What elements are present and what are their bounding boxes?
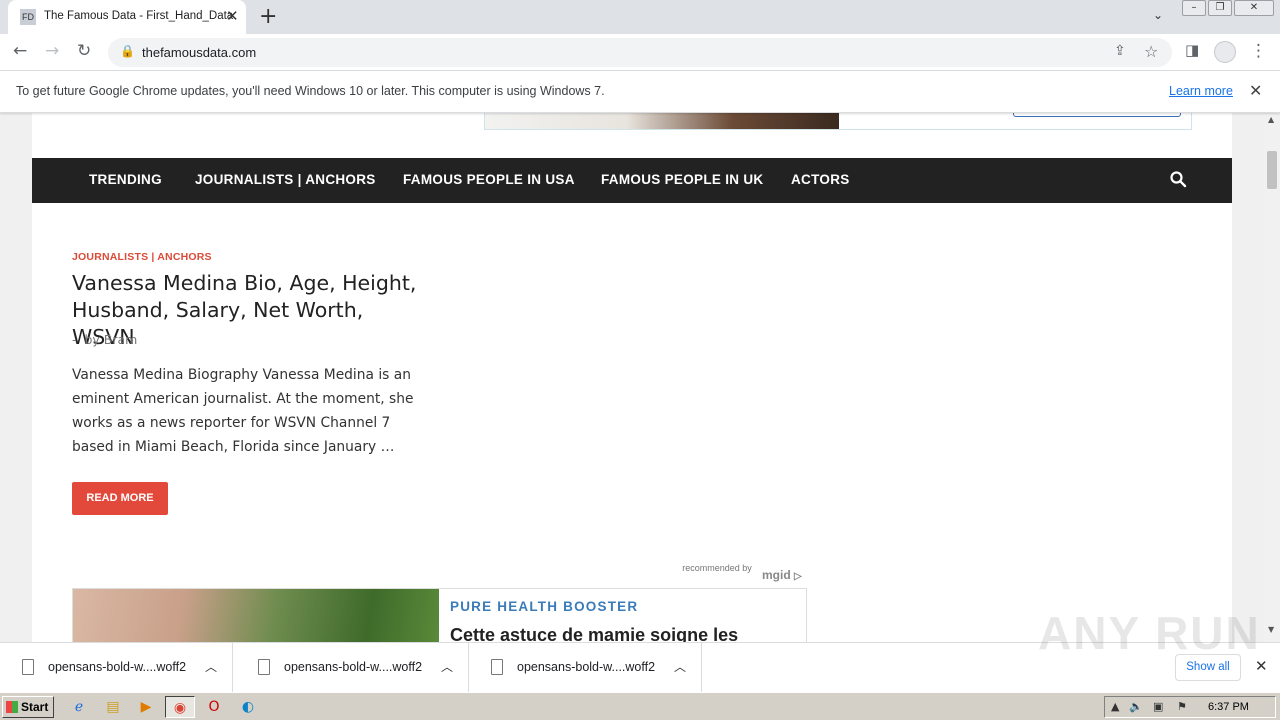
minimize-window-icon[interactable]: – — [1182, 0, 1206, 16]
chevron-up-icon[interactable]: ︿ — [674, 658, 686, 675]
update-info-bar: To get future Google Chrome updates, you… — [0, 71, 1280, 113]
close-window-icon[interactable]: ✕ — [1234, 0, 1274, 16]
site-container: TRENDING JOURNALISTS | ANCHORS FAMOUS PE… — [32, 113, 1232, 642]
edge-icon[interactable]: ◐ — [233, 696, 263, 718]
author-link[interactable]: by Bram — [85, 332, 138, 347]
read-more-button[interactable]: READ MORE — [72, 482, 168, 515]
reload-icon[interactable]: ↻ — [77, 41, 91, 61]
windows-logo-icon — [6, 701, 18, 713]
browser-toolbar: ← → ↻ 🔒 thefamousdata.com ⇪ ☆ ◨ ⋮ — [0, 34, 1280, 71]
recommended-by-label: recommended by — [682, 563, 752, 573]
nav-item-trending[interactable]: TRENDING — [89, 172, 162, 187]
nav-item-journalists-anchors[interactable]: JOURNALISTS | ANCHORS — [195, 172, 376, 187]
lock-icon[interactable]: 🔒 — [120, 44, 135, 58]
main-navigation: TRENDING JOURNALISTS | ANCHORS FAMOUS PE… — [32, 158, 1232, 203]
ad-card-brand[interactable]: PURE HEALTH BOOSTER — [450, 599, 638, 614]
download-item[interactable]: opensans-bold-w....woff2 ︿ — [469, 643, 702, 693]
browser-tab-active[interactable]: FD The Famous Data - First_Hand_Data ✕ — [8, 0, 246, 34]
new-tab-icon[interactable]: + — [259, 4, 277, 29]
mgid-logo-text: mgid — [762, 568, 791, 582]
file-icon — [258, 659, 270, 675]
file-icon — [22, 659, 34, 675]
article-excerpt: Vanessa Medina Biography Vanessa Medina … — [72, 367, 414, 455]
tab-search-chevron-icon[interactable]: ⌄ — [1153, 8, 1163, 22]
system-tray: ▲ 🔈 ▣ ⚑ 6:37 PM — [1104, 696, 1276, 718]
learn-more-link[interactable]: Learn more — [1169, 84, 1233, 98]
tab-title: The Famous Data - First_Hand_Data — [44, 10, 234, 22]
action-center-flag-icon[interactable]: ⚑ — [1177, 700, 1187, 713]
scrollbar-thumb[interactable] — [1267, 151, 1277, 189]
ad-card-title[interactable]: Cette astuce de mamie soigne les — [450, 625, 738, 642]
network-icon[interactable]: ▣ — [1153, 700, 1163, 713]
side-panel-icon[interactable]: ◨ — [1185, 41, 1199, 59]
back-icon[interactable]: ← — [13, 41, 27, 61]
close-tab-icon[interactable]: ✕ — [226, 7, 239, 25]
profile-avatar-icon[interactable] — [1214, 41, 1236, 63]
media-player-icon[interactable]: ▶ — [131, 696, 161, 718]
restore-window-icon[interactable]: ❐ — [1208, 0, 1232, 16]
download-item[interactable]: opensans-bold-w....woff2 ︿ — [0, 643, 233, 693]
download-filename[interactable]: opensans-bold-w....woff2 — [284, 660, 422, 674]
info-bar-message: To get future Google Chrome updates, you… — [16, 84, 605, 98]
article-category-link[interactable]: JOURNALISTS | ANCHORS — [72, 251, 212, 263]
article-byline: - by Bram — [72, 332, 137, 347]
ad-choices-icon[interactable]: ▷ — [794, 571, 802, 582]
share-icon[interactable]: ⇪ — [1114, 43, 1126, 59]
byline-separator: - — [72, 332, 77, 347]
banner-ad-button[interactable] — [1013, 113, 1181, 117]
page-scrollbar[interactable]: ▲ ▼ — [1264, 113, 1280, 642]
download-filename[interactable]: opensans-bold-w....woff2 — [48, 660, 186, 674]
mgid-logo[interactable]: mgid ▷ — [762, 568, 802, 582]
nav-item-actors[interactable]: ACTORS — [791, 172, 850, 187]
volume-icon[interactable]: 🔈 — [1129, 700, 1143, 713]
chevron-up-icon[interactable]: ︿ — [441, 658, 453, 675]
ad-card-image[interactable] — [73, 589, 439, 642]
opera-icon[interactable]: O — [199, 696, 229, 718]
chrome-taskbar-icon[interactable]: ◉ — [165, 696, 195, 718]
anyrun-watermark: ANY RUN — [1038, 607, 1261, 659]
file-explorer-icon[interactable]: ▤ — [98, 696, 128, 718]
nav-item-famous-people-uk[interactable]: FAMOUS PEOPLE IN UK — [601, 172, 763, 187]
search-icon[interactable] — [1169, 170, 1187, 188]
windows-taskbar: Start ℯ ▤ ▶ ◉ O ◐ ▲ 🔈 ▣ ⚑ 6:37 PM — [0, 692, 1280, 720]
forward-icon[interactable]: → — [45, 41, 59, 61]
internet-explorer-icon[interactable]: ℯ — [64, 696, 94, 718]
download-filename[interactable]: opensans-bold-w....woff2 — [517, 660, 655, 674]
favicon: FD — [20, 9, 36, 25]
top-banner-ad[interactable] — [484, 113, 1192, 130]
scroll-up-icon[interactable]: ▲ — [1268, 115, 1274, 124]
sponsored-ad-card[interactable]: PURE HEALTH BOOSTER Cette astuce de mami… — [72, 588, 807, 642]
start-button[interactable]: Start — [2, 696, 54, 718]
show-hidden-icons-icon[interactable]: ▲ — [1111, 700, 1119, 713]
page-viewport: TRENDING JOURNALISTS | ANCHORS FAMOUS PE… — [0, 113, 1264, 642]
taskbar-clock[interactable]: 6:37 PM — [1208, 701, 1249, 713]
download-item[interactable]: opensans-bold-w....woff2 ︿ — [236, 643, 469, 693]
start-label: Start — [21, 700, 49, 714]
scroll-down-icon[interactable]: ▼ — [1268, 625, 1274, 634]
bookmark-star-icon[interactable]: ☆ — [1144, 42, 1158, 61]
menu-kebab-icon[interactable]: ⋮ — [1250, 41, 1267, 61]
file-icon — [491, 659, 503, 675]
chevron-up-icon[interactable]: ︿ — [205, 658, 217, 675]
address-bar[interactable]: 🔒 thefamousdata.com ⇪ ☆ — [108, 38, 1172, 67]
banner-ad-image — [485, 113, 839, 129]
nav-item-famous-people-usa[interactable]: FAMOUS PEOPLE IN USA — [403, 172, 575, 187]
tab-strip: FD The Famous Data - First_Hand_Data ✕ +… — [0, 0, 1280, 34]
url-text[interactable]: thefamousdata.com — [142, 45, 256, 60]
close-infobar-icon[interactable]: ✕ — [1249, 81, 1262, 100]
